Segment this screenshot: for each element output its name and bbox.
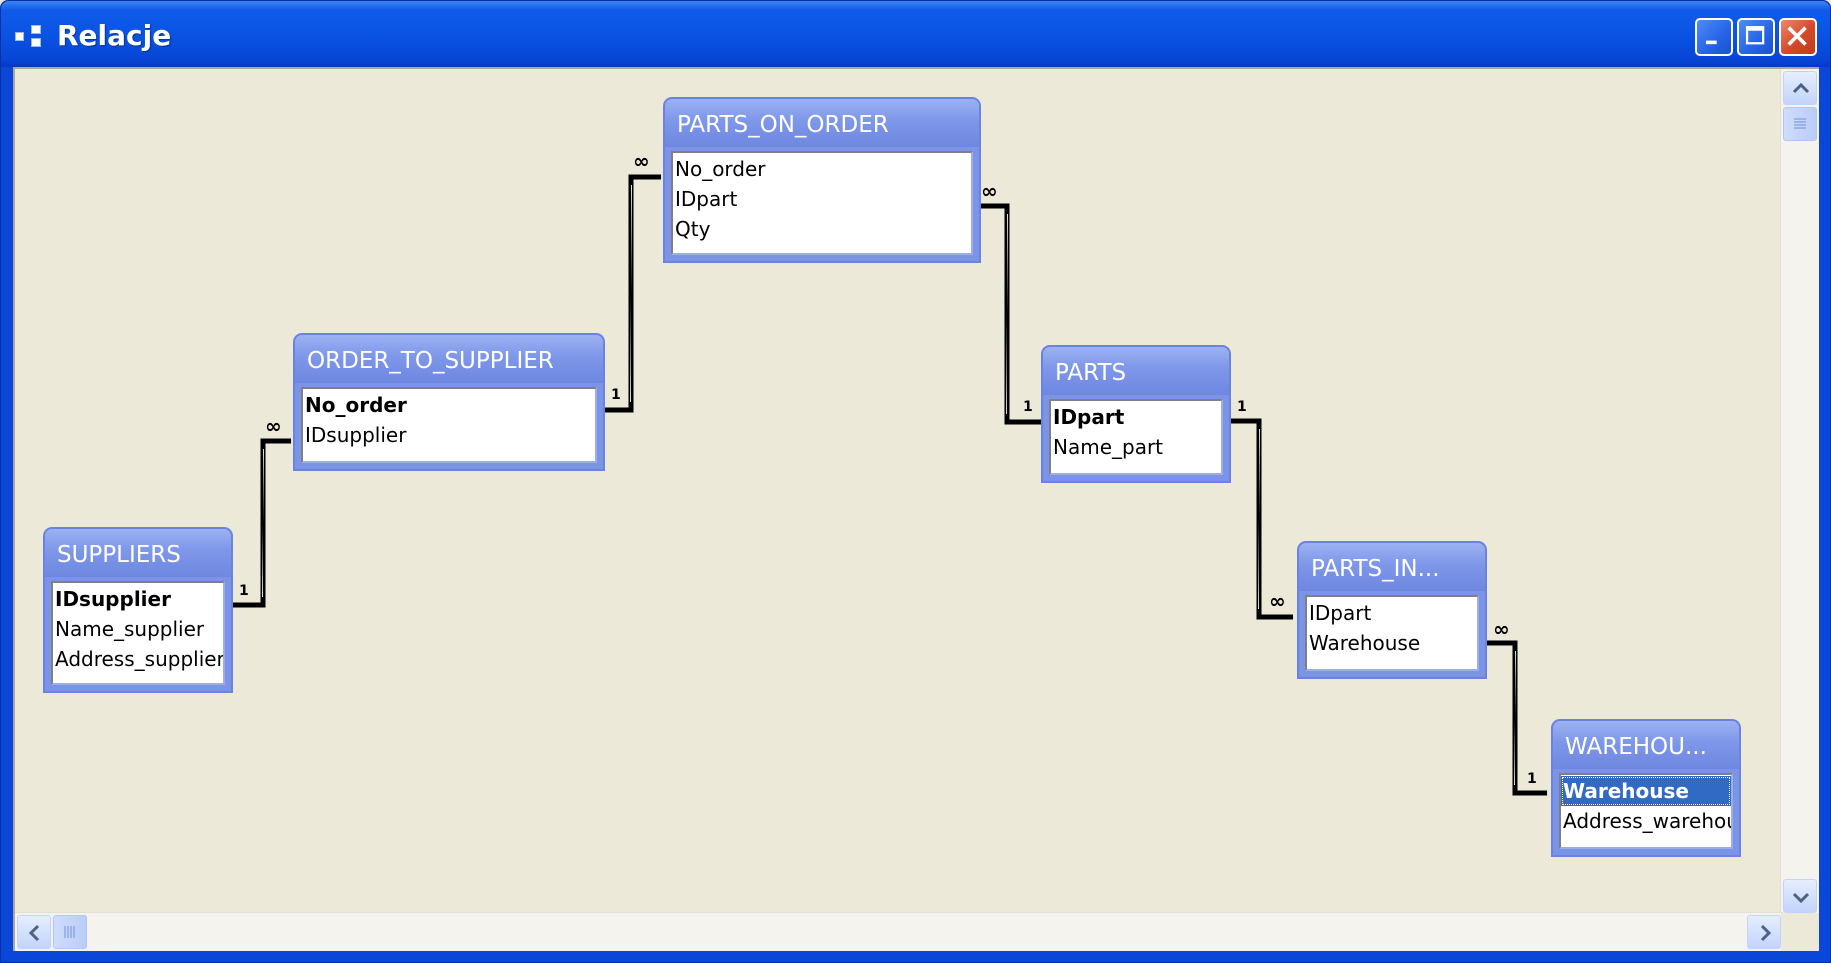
close-icon: [1787, 26, 1807, 46]
table-title: PARTS_ON_ORDER: [677, 112, 889, 138]
field-item[interactable]: Warehouse: [1307, 628, 1477, 658]
table-body: No_order IDpart Qty: [663, 147, 981, 263]
field-item[interactable]: Name_part: [1051, 432, 1221, 462]
table-parts-on-order[interactable]: PARTS_ON_ORDER No_order IDpart Qty: [663, 97, 981, 263]
field-item-primary-key[interactable]: No_order: [303, 390, 595, 420]
minimize-icon: [1705, 40, 1717, 45]
table-suppliers[interactable]: SUPPLIERS IDsupplier Name_supplier Addre…: [43, 527, 233, 693]
scrollbar-corner: [1781, 913, 1819, 951]
cardinality-many: ∞: [1493, 617, 1510, 641]
table-body: IDpart Name_part: [1041, 395, 1231, 483]
table-body: Warehouse Address_warehou: [1551, 769, 1741, 857]
field-list[interactable]: Warehouse Address_warehou: [1559, 773, 1733, 849]
scroll-down-icon: [1792, 892, 1810, 904]
table-header[interactable]: PARTS_ON_ORDER: [663, 97, 981, 149]
field-list[interactable]: IDpart Name_part: [1049, 399, 1223, 475]
cardinality-many: ∞: [1269, 589, 1286, 613]
title-bar[interactable]: Relacje: [1, 1, 1830, 67]
field-item-primary-key[interactable]: IDpart: [1051, 402, 1221, 432]
relationship-line-suppliers-order: [233, 438, 291, 608]
relationship-line-parts-partsin: [1231, 418, 1293, 620]
field-item-selected[interactable]: Warehouse: [1561, 776, 1731, 806]
field-item[interactable]: No_order: [673, 154, 971, 184]
vertical-scrollbar[interactable]: [1780, 69, 1819, 915]
table-header[interactable]: PARTS: [1041, 345, 1231, 397]
relationship-line-order-partsonorder: [605, 174, 661, 413]
horizontal-scrollbar[interactable]: [15, 912, 1783, 951]
table-header[interactable]: WAREHOU...: [1551, 719, 1741, 771]
table-body: IDsupplier Name_supplier Address_supplie…: [43, 577, 233, 693]
scroll-left-button[interactable]: [17, 915, 51, 949]
field-item[interactable]: Name_supplier: [53, 614, 223, 644]
cardinality-many: ∞: [633, 149, 650, 173]
table-title: SUPPLIERS: [57, 542, 181, 568]
relationship-line-partsin-warehou: [1487, 640, 1547, 796]
cardinality-one: 1: [1527, 771, 1537, 787]
table-title: ORDER_TO_SUPPLIER: [307, 348, 554, 374]
field-item[interactable]: Address_warehou: [1561, 806, 1731, 836]
close-button[interactable]: [1779, 18, 1817, 56]
table-body: IDpart Warehouse: [1297, 591, 1487, 679]
cardinality-one: 1: [1023, 399, 1033, 415]
table-order-to-supplier[interactable]: ORDER_TO_SUPPLIER No_order IDsupplier: [293, 333, 605, 471]
field-item[interactable]: Qty: [673, 214, 971, 244]
table-title: PARTS_IN...: [1311, 556, 1440, 582]
window-title: Relacje: [57, 19, 172, 52]
field-item[interactable]: IDpart: [673, 184, 971, 214]
relationship-line-partsonorder-parts: [979, 203, 1041, 425]
relationships-window: Relacje 1 ∞ 1 ∞ ∞ 1 1 ∞ ∞ 1 PARTS_ON_ORD…: [0, 0, 1831, 963]
relationships-window-icon[interactable]: [15, 25, 47, 49]
table-parts-in[interactable]: PARTS_IN... IDpart Warehouse: [1297, 541, 1487, 679]
relationships-canvas[interactable]: 1 ∞ 1 ∞ ∞ 1 1 ∞ ∞ 1 PARTS_ON_ORDER No_or…: [13, 67, 1819, 951]
cardinality-one: 1: [611, 387, 621, 403]
cardinality-one: 1: [1237, 399, 1247, 415]
scroll-right-button[interactable]: [1747, 915, 1781, 949]
table-header[interactable]: ORDER_TO_SUPPLIER: [293, 333, 605, 385]
cardinality-many: ∞: [265, 414, 282, 438]
table-parts[interactable]: PARTS IDpart Name_part: [1041, 345, 1231, 483]
field-list[interactable]: IDsupplier Name_supplier Address_supplie…: [51, 581, 225, 685]
field-list[interactable]: No_order IDsupplier: [301, 387, 597, 463]
field-item-primary-key[interactable]: IDsupplier: [53, 584, 223, 614]
scroll-down-button[interactable]: [1783, 879, 1817, 913]
table-title: PARTS: [1055, 360, 1127, 386]
maximize-button[interactable]: [1737, 18, 1775, 56]
table-warehou[interactable]: WAREHOU... Warehouse Address_warehou: [1551, 719, 1741, 857]
field-item[interactable]: IDpart: [1307, 598, 1477, 628]
scroll-up-button[interactable]: [1783, 71, 1817, 105]
cardinality-one: 1: [239, 583, 249, 599]
scroll-left-icon: [28, 924, 40, 942]
cardinality-many: ∞: [981, 179, 998, 203]
field-list[interactable]: IDpart Warehouse: [1305, 595, 1479, 671]
minimize-button[interactable]: [1695, 18, 1733, 56]
field-item[interactable]: Address_supplier: [53, 644, 223, 674]
field-list[interactable]: No_order IDpart Qty: [671, 151, 973, 255]
scroll-right-icon: [1760, 924, 1772, 942]
maximize-icon: [1745, 26, 1765, 45]
table-title: WAREHOU...: [1565, 734, 1707, 760]
scroll-up-icon: [1792, 82, 1810, 94]
table-header[interactable]: SUPPLIERS: [43, 527, 233, 579]
table-header[interactable]: PARTS_IN...: [1297, 541, 1487, 593]
horizontal-scroll-thumb[interactable]: [53, 915, 87, 949]
table-body: No_order IDsupplier: [293, 383, 605, 471]
field-item[interactable]: IDsupplier: [303, 420, 595, 450]
vertical-scroll-thumb[interactable]: [1783, 107, 1817, 141]
